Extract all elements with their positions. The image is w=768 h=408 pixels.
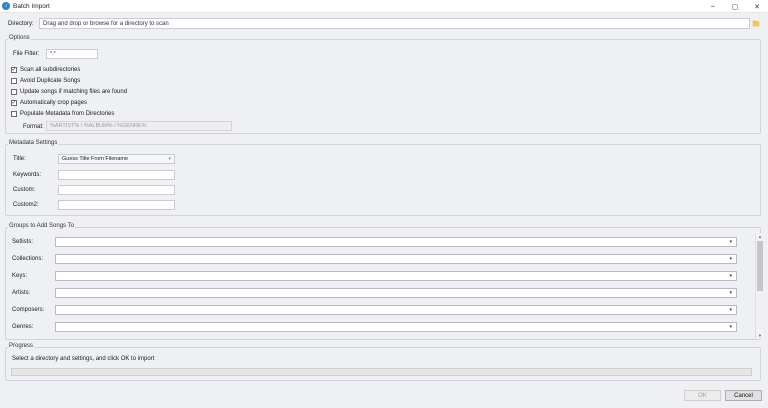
checkbox-update-songs[interactable]: Update songs if matching files are found	[11, 88, 127, 96]
progress-bar	[11, 368, 752, 376]
chevron-down-icon: ▾	[729, 324, 732, 330]
format-label: Format:	[23, 124, 44, 130]
custom-label: Custom:	[13, 187, 36, 193]
progress-status: Select a directory and settings, and cli…	[12, 356, 155, 362]
window-title: Batch Import	[13, 2, 50, 10]
genres-combo[interactable]: ▾	[55, 322, 737, 332]
progress-group: Progress Select a directory and settings…	[5, 343, 761, 381]
scroll-up-icon[interactable]: ▲	[756, 233, 764, 240]
title-bar: ♪ Batch Import – ▢ ✕	[0, 0, 768, 13]
collections-label: Collections:	[12, 256, 44, 262]
checkbox-box[interactable]: ✓	[11, 67, 17, 73]
chevron-down-icon: ▾	[729, 290, 732, 296]
groups-scrollbar[interactable]: ▲ ▼	[755, 233, 763, 339]
checkbox-box[interactable]	[11, 89, 17, 95]
composers-label: Composers:	[12, 307, 45, 313]
checkbox-label: Update songs if matching files are found	[20, 89, 128, 95]
cancel-button[interactable]: Cancel	[725, 390, 762, 401]
title-select-value: Guess Title From Filename	[62, 156, 129, 162]
metadata-settings-group: Metadata Settings Title: Guess Title Fro…	[5, 140, 761, 216]
keywords-input[interactable]	[58, 170, 175, 180]
checkbox-box[interactable]	[11, 78, 17, 84]
genres-label: Genres:	[12, 324, 34, 330]
options-title: Options	[8, 35, 31, 41]
keywords-label: Keywords:	[13, 172, 42, 178]
chevron-down-icon: ▾	[729, 239, 732, 245]
keys-combo[interactable]: ▾	[55, 271, 737, 281]
directory-row: Directory: Drag and drop or browse for a…	[8, 18, 760, 29]
setlists-label: Setlists:	[12, 239, 34, 245]
scrollbar-thumb[interactable]	[757, 241, 763, 291]
checkbox-scan-subdirectories[interactable]: ✓ Scan all subdirectories	[11, 66, 80, 74]
format-input[interactable]: %ARTIST% / %ALBUM% / %GENRE%	[46, 121, 232, 131]
file-filter-label: File Filter:	[13, 51, 40, 57]
checkbox-label: Automatically crop pages	[20, 100, 88, 106]
maximize-button[interactable]: ▢	[724, 0, 746, 13]
groups-group: Groups to Add Songs To Setlists: ▾ Colle…	[5, 223, 763, 340]
progress-title: Progress	[8, 343, 35, 349]
ok-button[interactable]: OK	[684, 390, 721, 401]
keys-label: Keys:	[12, 273, 28, 279]
window-controls: – ▢ ✕	[702, 0, 768, 13]
checkbox-populate-metadata[interactable]: Populate Metadata from Directories	[11, 110, 114, 118]
collections-combo[interactable]: ▾	[55, 254, 737, 264]
checkbox-avoid-duplicates[interactable]: Avoid Duplicate Songs	[11, 77, 80, 85]
app-icon: ♪	[2, 2, 10, 10]
composers-combo[interactable]: ▾	[55, 305, 737, 315]
chevron-down-icon: ▾	[729, 256, 732, 262]
directory-label: Directory:	[8, 20, 34, 27]
checkbox-label: Avoid Duplicate Songs	[20, 78, 81, 84]
custom2-label: Custom2:	[13, 202, 39, 208]
options-group: Options File Filter: *.* ✓ Scan all subd…	[5, 35, 761, 134]
artists-combo[interactable]: ▾	[55, 288, 737, 298]
setlists-combo[interactable]: ▾	[55, 237, 737, 247]
title-label: Title:	[13, 156, 26, 162]
close-button[interactable]: ✕	[746, 0, 768, 13]
scroll-down-icon[interactable]: ▼	[756, 332, 764, 339]
custom2-input[interactable]	[58, 200, 175, 210]
groups-title: Groups to Add Songs To	[8, 223, 75, 229]
artists-label: Artists:	[12, 290, 31, 296]
chevron-down-icon: ▾	[729, 273, 732, 279]
custom-input[interactable]	[58, 185, 175, 195]
folder-icon[interactable]	[752, 19, 760, 27]
checkbox-label: Populate Metadata from Directories	[20, 111, 115, 117]
directory-input[interactable]: Drag and drop or browse for a directory …	[39, 18, 750, 29]
chevron-down-icon: ▾	[729, 307, 732, 313]
file-filter-input[interactable]: *.*	[46, 49, 98, 59]
metadata-settings-title: Metadata Settings	[8, 140, 59, 146]
chevron-down-icon: ▾	[168, 156, 171, 162]
checkbox-box[interactable]: ✓	[11, 100, 17, 106]
checkbox-box[interactable]	[11, 111, 17, 117]
checkbox-auto-crop[interactable]: ✓ Automatically crop pages	[11, 99, 87, 107]
checkbox-label: Scan all subdirectories	[20, 67, 81, 73]
minimize-button[interactable]: –	[702, 0, 724, 13]
title-select[interactable]: Guess Title From Filename ▾	[58, 154, 175, 164]
